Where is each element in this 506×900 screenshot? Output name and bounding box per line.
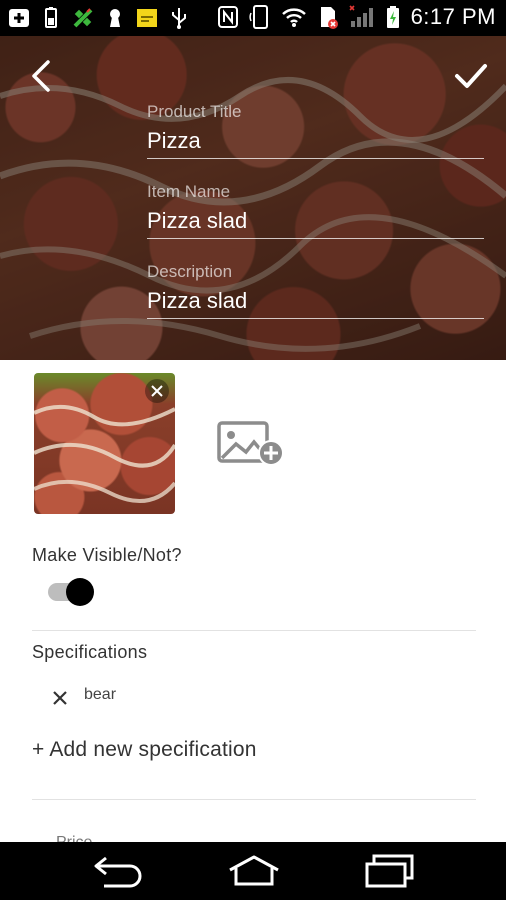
description-input[interactable] bbox=[147, 288, 484, 319]
product-title-field: Product Title bbox=[147, 102, 484, 159]
add-box-icon bbox=[9, 9, 29, 27]
product-title-input[interactable] bbox=[147, 128, 484, 159]
sim-error-icon bbox=[320, 7, 338, 29]
back-icon[interactable] bbox=[92, 854, 144, 888]
divider bbox=[32, 630, 476, 631]
toggle-thumb bbox=[66, 578, 94, 606]
add-photo-icon[interactable] bbox=[216, 420, 286, 468]
battery-charging-icon bbox=[386, 6, 399, 28]
confirm-check-icon[interactable] bbox=[454, 60, 488, 92]
remove-photo-icon[interactable] bbox=[145, 379, 169, 403]
specification-item: bear bbox=[84, 686, 117, 703]
status-bar: 6:17 PM bbox=[0, 0, 506, 36]
product-photo-thumbnail[interactable] bbox=[34, 373, 175, 514]
item-name-label: Item Name bbox=[147, 182, 231, 201]
item-name-field: Item Name bbox=[147, 182, 484, 239]
satellite-icon bbox=[73, 8, 93, 28]
back-chevron-icon[interactable] bbox=[26, 58, 56, 94]
wifi-icon bbox=[281, 8, 306, 27]
remove-specification-icon[interactable] bbox=[50, 688, 70, 708]
phone-rotate-icon bbox=[248, 5, 268, 29]
recent-apps-icon[interactable] bbox=[364, 854, 416, 888]
home-icon[interactable] bbox=[226, 854, 282, 888]
keyhole-icon bbox=[110, 9, 120, 27]
usb-icon bbox=[172, 8, 186, 29]
battery-saver-icon bbox=[45, 7, 57, 28]
add-specification-button[interactable]: + Add new specification bbox=[32, 738, 257, 762]
specifications-title: Specifications bbox=[32, 642, 148, 662]
description-label: Description bbox=[147, 262, 233, 281]
product-title-label: Product Title bbox=[147, 102, 242, 121]
sticky-note-icon bbox=[137, 9, 157, 27]
visibility-toggle[interactable] bbox=[46, 577, 96, 607]
clock: 6:17 PM bbox=[410, 4, 496, 29]
make-visible-label: Make Visible/Not? bbox=[32, 545, 182, 565]
signal-icon bbox=[348, 5, 373, 27]
description-field: Description bbox=[147, 262, 484, 319]
nfc-icon bbox=[217, 6, 238, 28]
item-name-input[interactable] bbox=[147, 208, 484, 239]
navigation-bar bbox=[0, 842, 506, 900]
header-image: Product Title Item Name Description bbox=[0, 36, 506, 360]
divider bbox=[32, 799, 476, 800]
